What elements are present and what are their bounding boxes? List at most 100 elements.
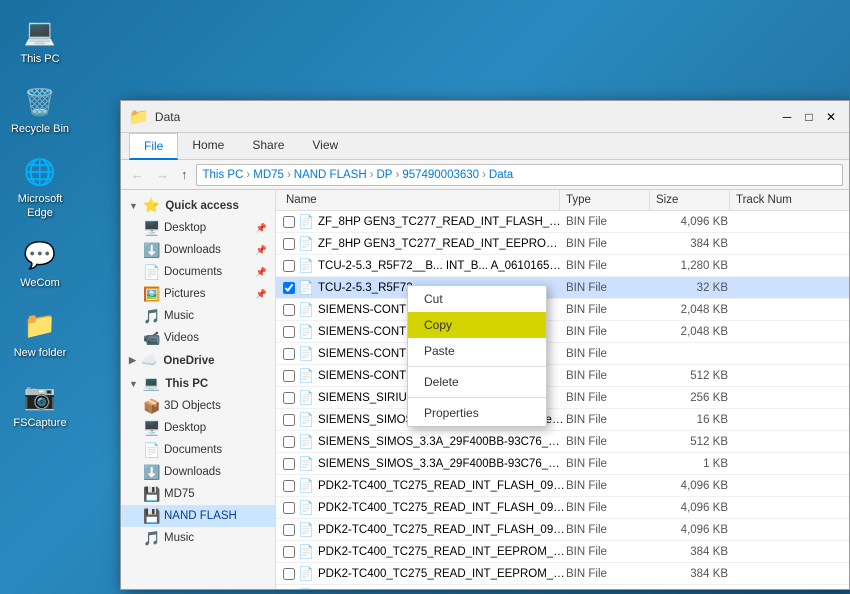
sidebar-item-videos-qa[interactable]: 📹 Videos — [121, 327, 275, 349]
tab-home[interactable]: Home — [178, 133, 238, 159]
breadcrumb-this-pc[interactable]: This PC — [203, 169, 244, 181]
row-checkbox[interactable] — [280, 216, 298, 228]
table-row[interactable]: 📄 TCU-2-5.3_R5F72... BIN File 32 KB — [276, 277, 849, 299]
sidebar-item-md75[interactable]: 💾 MD75 — [121, 483, 275, 505]
tab-view[interactable]: View — [298, 133, 352, 159]
breadcrumb-dp[interactable]: DP — [376, 169, 392, 181]
breadcrumb-data[interactable]: Data — [489, 169, 513, 181]
file-type-icon: 📄 — [298, 302, 314, 318]
up-button[interactable]: ↑ — [177, 165, 192, 184]
col-header-name[interactable]: Name — [280, 190, 560, 210]
row-checkbox[interactable] — [280, 260, 298, 272]
table-row[interactable]: 📄 PDK2-TC400_TC275_READ_INT_FLASH_092611… — [276, 475, 849, 497]
this-pc-arrow: ▼ — [129, 379, 138, 389]
sidebar-item-documents-pc[interactable]: 📄 Documents — [121, 439, 275, 461]
wecom-icon: 💬 — [22, 238, 58, 274]
file-type: BIN File — [566, 260, 656, 272]
table-row[interactable]: 📄 SIEMENS-CONTI...h... BIN File — [276, 343, 849, 365]
row-checkbox[interactable] — [280, 436, 298, 448]
sidebar-item-downloads-qa[interactable]: ⬇️ Downloads 📌 — [121, 239, 275, 261]
back-button[interactable]: ← — [127, 165, 148, 184]
row-checkbox[interactable] — [280, 370, 298, 382]
sidebar-item-pictures-qa[interactable]: 🖼️ Pictures 📌 — [121, 283, 275, 305]
quick-access-header[interactable]: ▼ ⭐ Quick access — [121, 194, 275, 217]
col-header-track[interactable]: Track Num — [730, 190, 845, 210]
desktop-icon-edge[interactable]: 🌐 Microsoft Edge — [5, 150, 75, 223]
md75-icon: 💾 — [143, 486, 159, 503]
desktop-icon-this-pc[interactable]: 💻 This PC — [5, 10, 75, 70]
context-menu-copy[interactable]: Copy — [408, 312, 546, 338]
tab-file[interactable]: File — [129, 133, 178, 160]
table-row[interactable]: 📄 PDK2-TC400_TC275_READ_INT_EEPROM_09261… — [276, 541, 849, 563]
context-menu-delete[interactable]: Delete — [408, 369, 546, 395]
minimize-button[interactable]: ─ — [777, 107, 797, 127]
row-checkbox[interactable] — [280, 546, 298, 558]
sidebar-item-desktop-qa[interactable]: 🖥️ Desktop 📌 — [121, 217, 275, 239]
table-row[interactable]: 📄 PDK2-TC400_TC275_READ_INT_EEPROM_09260… — [276, 563, 849, 585]
row-checkbox[interactable] — [280, 458, 298, 470]
row-checkbox[interactable] — [280, 348, 298, 360]
forward-button[interactable]: → — [152, 165, 173, 184]
documents-pc-icon: 📄 — [143, 442, 159, 459]
col-header-size[interactable]: Size — [650, 190, 730, 210]
file-type-icon: 📄 — [298, 390, 314, 406]
desktop-icon-new-folder[interactable]: 📁 New folder — [5, 304, 75, 364]
row-checkbox[interactable] — [280, 568, 298, 580]
file-list-area[interactable]: Name Type Size Track Num 📄 ZF_8HP GEN3_T… — [276, 190, 849, 589]
table-row[interactable]: 📄 PDK2-TC400_TC275_READ_INT_FLASH_092609… — [276, 497, 849, 519]
sidebar-item-3d-objects[interactable]: 📦 3D Objects — [121, 395, 275, 417]
table-row[interactable]: 📄 SIEMENS-CONTI...2... BIN File 2,048 KB — [276, 321, 849, 343]
table-row[interactable]: 📄 SIEMENS_SIMOS_32_AM29F200BB_EXT_eeprom… — [276, 409, 849, 431]
3d-objects-icon: 📦 — [143, 398, 159, 415]
table-row[interactable]: 📄 SIEMENS_SIRIUS_... BIN File 256 KB — [276, 387, 849, 409]
breadcrumb-md75[interactable]: MD75 — [253, 169, 284, 181]
table-row[interactable]: 📄 PDK2-TC400_TC275_READ_INT_FLASH_092517… — [276, 519, 849, 541]
close-button[interactable]: ✕ — [821, 107, 841, 127]
row-checkbox[interactable] — [280, 502, 298, 514]
context-menu-properties[interactable]: Properties — [408, 400, 546, 426]
sidebar-item-music-qa[interactable]: 🎵 Music — [121, 305, 275, 327]
context-menu-cut[interactable]: Cut — [408, 286, 546, 312]
row-checkbox[interactable] — [280, 524, 298, 536]
maximize-button[interactable]: □ — [799, 107, 819, 127]
this-pc-label: This PC — [20, 53, 59, 66]
this-pc-header[interactable]: ▼ 💻 This PC — [121, 372, 275, 395]
breadcrumb[interactable]: This PC › MD75 › NAND FLASH › DP › 95749… — [196, 164, 844, 186]
breadcrumb-957[interactable]: 957490003630 — [402, 169, 479, 181]
file-size: 512 KB — [656, 370, 736, 382]
table-row[interactable]: 📄 SIEMENS-CONTI...h... BIN File 512 KB — [276, 365, 849, 387]
sidebar-item-desktop-pc[interactable]: 🖥️ Desktop — [121, 417, 275, 439]
file-type-icon: 📄 — [298, 478, 314, 494]
row-checkbox[interactable] — [280, 392, 298, 404]
tab-share[interactable]: Share — [238, 133, 298, 159]
breadcrumb-nand-flash[interactable]: NAND FLASH — [294, 169, 367, 181]
context-menu-paste[interactable]: Paste — [408, 338, 546, 364]
row-checkbox[interactable] — [280, 238, 298, 250]
sidebar-item-music-pc[interactable]: 🎵 Music — [121, 527, 275, 549]
table-row[interactable]: 📄 SIEMENS-CONTI...2... BIN File 2,048 KB — [276, 299, 849, 321]
desktop-qa-icon: 🖥️ — [143, 220, 159, 237]
sidebar-item-nand-flash[interactable]: 💾 NAND FLASH — [121, 505, 275, 527]
col-header-type[interactable]: Type — [560, 190, 650, 210]
onedrive-header[interactable]: ▶ ☁️ OneDrive — [121, 349, 275, 372]
table-row[interactable]: 📄 SIEMENS_SIMOS_3.3A_29F400BB-93C76_EXT_… — [276, 453, 849, 475]
row-checkbox[interactable] — [280, 480, 298, 492]
table-row[interactable]: 📄 SIEMENS_SIMOS_3.3A_29F400BB-93C76_EXT_… — [276, 431, 849, 453]
sidebar-item-documents-qa[interactable]: 📄 Documents 📌 — [121, 261, 275, 283]
row-checkbox[interactable] — [280, 414, 298, 426]
table-row[interactable]: 📄 TCU-2-5.3_R5F72__B... INT_B... A_06101… — [276, 255, 849, 277]
desktop-icon-recycle-bin[interactable]: 🗑️ Recycle Bin — [5, 80, 75, 140]
desktop-icon-fscapture[interactable]: 📷 FSCapture — [5, 374, 75, 434]
table-row[interactable]: 📄 ZF_8HP GEN3_TC277_READ_INT_EEPROM_0815… — [276, 233, 849, 255]
this-pc-sidebar-icon: 💻 — [143, 375, 160, 392]
file-size: 384 KB — [656, 238, 736, 250]
file-type-icon: 📄 — [298, 368, 314, 384]
row-checkbox[interactable] — [280, 304, 298, 316]
row-checkbox[interactable] — [280, 282, 298, 294]
table-row[interactable]: 📄 PDK2-TC400_TC275_READ_INT_EEPROM_09251… — [276, 585, 849, 589]
row-checkbox[interactable] — [280, 326, 298, 338]
desktop-icon-wecom[interactable]: 💬 WeCom — [5, 234, 75, 294]
sidebar-item-downloads-pc[interactable]: ⬇️ Downloads — [121, 461, 275, 483]
table-row[interactable]: 📄 ZF_8HP GEN3_TC277_READ_INT_FLASH_08151… — [276, 211, 849, 233]
context-menu-divider — [408, 366, 546, 367]
